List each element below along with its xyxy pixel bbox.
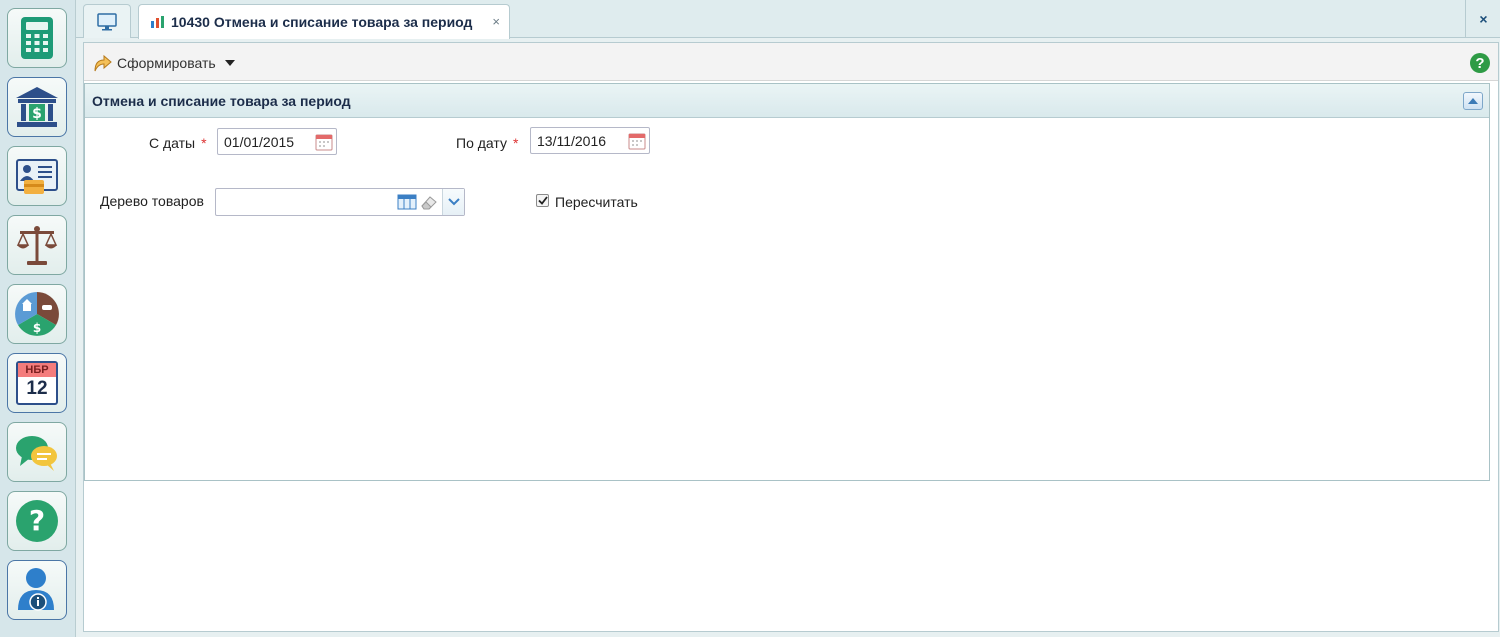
tab-close-icon[interactable]: ×	[492, 14, 500, 29]
recalc-label[interactable]: Пересчитать	[555, 194, 638, 210]
to-date-value: 13/11/2016	[537, 132, 607, 149]
app-launcher-bar: $ $ НБР 12 ?	[0, 0, 75, 637]
from-date-field[interactable]: 01/01/2015	[217, 128, 337, 155]
report-content: Сформировать ? Отмена и списание товара …	[83, 42, 1499, 632]
svg-text:$: $	[33, 321, 41, 335]
user-info-launcher[interactable]	[7, 560, 67, 620]
bar-chart-icon	[151, 16, 164, 28]
panel-header: Отмена и списание товара за период	[85, 84, 1489, 118]
tab-report[interactable]: 10430 Отмена и списание товара за период…	[138, 4, 510, 39]
bank-icon: $	[16, 87, 58, 127]
to-date-label: По дату	[456, 135, 507, 151]
tab-bar: 10430 Отмена и списание товара за период…	[76, 0, 1500, 39]
from-date-label-wrap: С даты *	[149, 135, 207, 151]
help-icon[interactable]: ?	[1470, 53, 1490, 73]
toolbar: Сформировать ?	[84, 43, 1498, 81]
assets-launcher[interactable]: $	[7, 284, 67, 344]
chat-launcher[interactable]	[7, 422, 67, 482]
calendar-picker-icon[interactable]	[628, 132, 646, 150]
window-close-icon[interactable]: ×	[1465, 0, 1500, 37]
generate-button[interactable]: Сформировать	[92, 52, 235, 74]
user-info-icon	[18, 568, 54, 611]
generate-label: Сформировать	[117, 55, 216, 71]
assets-pie-icon: $	[15, 292, 59, 336]
to-date-label-wrap: По дату *	[456, 135, 518, 151]
id-card-launcher[interactable]	[7, 146, 67, 206]
product-tree-dropdown[interactable]	[442, 189, 464, 215]
forward-arrow-icon	[94, 54, 112, 72]
eraser-icon[interactable]	[419, 194, 439, 210]
tree-table-icon[interactable]	[397, 194, 417, 210]
scales-icon	[16, 226, 58, 265]
main-window: 10430 Отмена и списание товара за период…	[75, 0, 1500, 637]
calculator-icon	[21, 17, 53, 59]
question-icon: ?	[16, 500, 58, 542]
recalc-checkbox[interactable]	[536, 194, 549, 207]
required-mark: *	[512, 135, 519, 151]
required-mark: *	[201, 135, 207, 151]
panel-title: Отмена и списание товара за период	[92, 92, 351, 109]
chevron-up-icon	[1468, 98, 1478, 104]
bank-launcher[interactable]: $	[7, 77, 67, 137]
chevron-down-icon	[447, 198, 460, 206]
check-icon	[537, 196, 548, 205]
svg-text:$: $	[32, 106, 42, 122]
tab-title: 10430 Отмена и списание товара за период	[171, 14, 473, 30]
chat-icon	[16, 436, 57, 471]
calendar-icon: НБР 12	[16, 361, 58, 405]
scales-launcher[interactable]	[7, 215, 67, 275]
calendar-picker-icon[interactable]	[315, 133, 333, 151]
id-card-icon	[16, 159, 58, 194]
parameters-panel: Отмена и списание товара за период С дат…	[84, 83, 1490, 481]
help-launcher[interactable]: ?	[7, 491, 67, 551]
svg-text:?: ?	[29, 504, 45, 537]
product-tree-label: Дерево товаров	[100, 193, 204, 209]
from-date-value: 01/01/2015	[224, 133, 295, 150]
monitor-icon	[97, 12, 117, 30]
chevron-down-icon[interactable]	[224, 60, 235, 66]
calculator-launcher[interactable]	[7, 8, 67, 68]
to-date-field[interactable]: 13/11/2016	[530, 127, 650, 154]
calendar-day-number: 12	[26, 378, 48, 399]
calendar-launcher[interactable]: НБР 12	[7, 353, 67, 413]
from-date-label: С даты	[149, 135, 196, 151]
tab-desktop[interactable]	[83, 4, 131, 38]
product-tree-field[interactable]	[215, 188, 465, 216]
product-tree-controls	[397, 189, 464, 215]
calendar-month-label: НБР	[18, 363, 56, 377]
collapse-button[interactable]	[1463, 92, 1483, 110]
